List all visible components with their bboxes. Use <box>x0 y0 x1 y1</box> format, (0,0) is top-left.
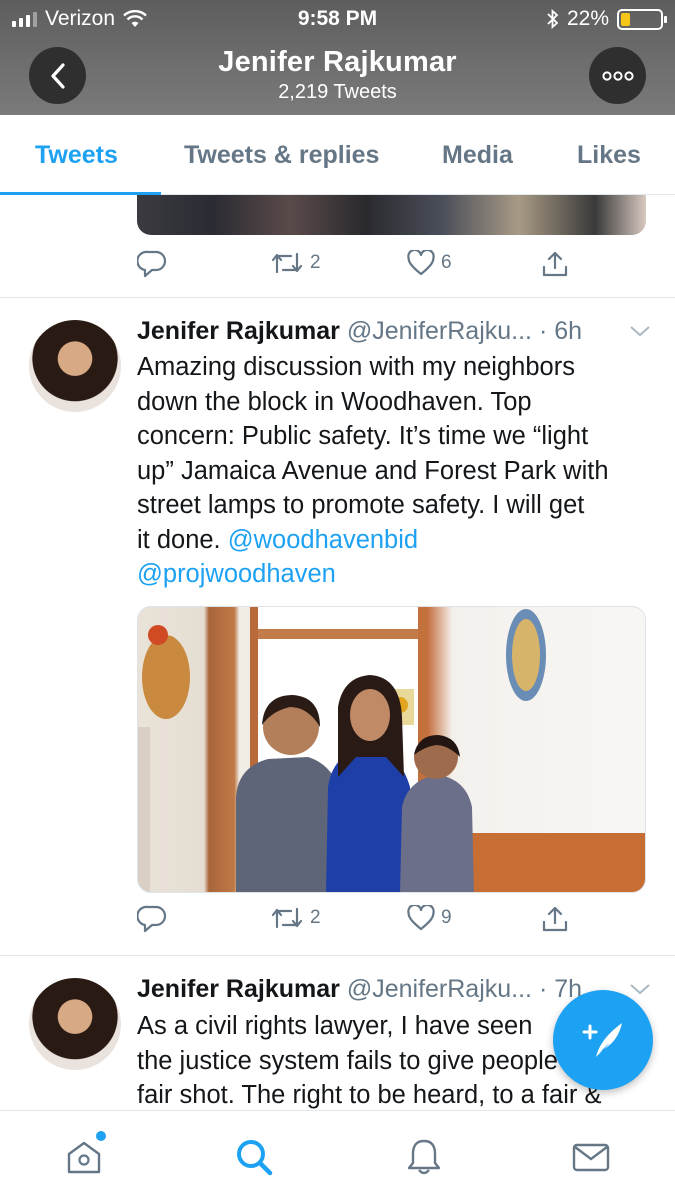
home-icon <box>67 1141 101 1174</box>
tweet-divider <box>0 297 675 298</box>
profile-tabs: Tweets Tweets & replies Media Likes <box>0 115 675 195</box>
chevron-down-icon[interactable] <box>628 981 652 997</box>
nav-messages[interactable] <box>567 1133 615 1181</box>
tweet-line: concern: Public safety. It’s time we “li… <box>137 422 589 450</box>
profile-name: Jenifer Rajkumar <box>218 46 457 78</box>
tweet-line: down the block in Woodhaven. Top <box>137 387 532 416</box>
compose-icon <box>582 1023 622 1057</box>
like-button[interactable]: 6 <box>407 250 452 276</box>
share-button[interactable] <box>541 905 569 933</box>
chevron-down-icon[interactable] <box>628 323 652 339</box>
messages-icon <box>572 1143 610 1172</box>
notifications-icon <box>407 1139 441 1175</box>
profile-header: Verizon 9:58 PM 22% Jenifer Rajkumar 2,2… <box>0 0 675 115</box>
nav-search[interactable] <box>230 1133 278 1181</box>
share-button[interactable] <box>541 250 569 278</box>
tweet-text: Amazing discussion with my neighbors dow… <box>137 350 652 592</box>
retweet-icon <box>271 907 303 929</box>
retweet-button[interactable]: 2 <box>270 250 321 276</box>
tweet-actions: 2 6 <box>137 250 617 286</box>
status-bar: Verizon 9:58 PM 22% <box>0 0 675 38</box>
tweet-author-handle[interactable]: @JeniferRajku... <box>347 975 532 1003</box>
tweet-line: Amazing discussion with my neighbors <box>137 353 575 381</box>
bottom-navigation <box>0 1110 675 1200</box>
mention-link[interactable]: @projwoodhaven <box>137 560 336 588</box>
tweet-line: it done. <box>137 525 228 554</box>
battery-percent: 22% <box>566 7 609 30</box>
tab-tweets[interactable]: Tweets <box>35 141 118 170</box>
bluetooth-icon <box>547 9 559 29</box>
mention-link[interactable]: @woodhavenbid <box>228 526 418 554</box>
reply-button[interactable] <box>137 250 167 278</box>
search-icon <box>237 1140 273 1176</box>
tweet-line: street lamps to promote safety. I will g… <box>137 491 585 519</box>
nav-notifications[interactable] <box>400 1133 448 1181</box>
more-icon <box>601 70 634 81</box>
photo-image <box>138 607 645 892</box>
tweet-line: fair shot. The right to be heard, to a f… <box>137 1081 602 1109</box>
like-icon <box>407 905 435 931</box>
tab-media[interactable]: Media <box>442 141 513 170</box>
tweet-author-handle[interactable]: @JeniferRajku... <box>347 317 532 345</box>
tweet-count: 2,219 Tweets <box>278 81 397 103</box>
retweet-button[interactable]: 2 <box>270 905 321 931</box>
compose-button[interactable] <box>553 990 653 1090</box>
like-icon <box>407 250 435 276</box>
like-button[interactable]: 9 <box>407 905 452 931</box>
like-count: 9 <box>441 907 452 928</box>
retweet-count: 2 <box>310 252 321 273</box>
like-count: 6 <box>441 252 452 273</box>
battery-icon <box>617 8 667 30</box>
tweet-time: · 6h <box>538 317 583 345</box>
tab-tweets-and-replies[interactable]: Tweets & replies <box>184 141 379 170</box>
tab-likes[interactable]: Likes <box>577 141 641 170</box>
new-content-dot <box>96 1131 106 1141</box>
reply-button[interactable] <box>137 905 167 933</box>
share-icon <box>542 906 568 932</box>
tweet-photo[interactable] <box>137 606 646 893</box>
tweet-photo[interactable] <box>137 195 646 235</box>
reply-icon <box>137 905 167 933</box>
retweet-count: 2 <box>310 907 321 928</box>
share-icon <box>542 251 568 277</box>
tweet-line: up” Jamaica Avenue and Forest Park with <box>137 456 609 485</box>
tweet-author-name[interactable]: Jenifer Rajkumar <box>137 975 340 1003</box>
avatar[interactable] <box>29 320 121 412</box>
retweet-icon <box>271 252 303 274</box>
reply-icon <box>137 250 167 278</box>
tweet-author-name[interactable]: Jenifer Rajkumar <box>137 317 340 345</box>
tweet-divider <box>0 955 675 956</box>
more-button[interactable] <box>589 47 646 104</box>
tweet-header: Jenifer Rajkumar @JeniferRajku... · 6h <box>137 317 652 349</box>
tweet-actions: 2 9 <box>137 905 617 941</box>
avatar[interactable] <box>29 978 121 1070</box>
